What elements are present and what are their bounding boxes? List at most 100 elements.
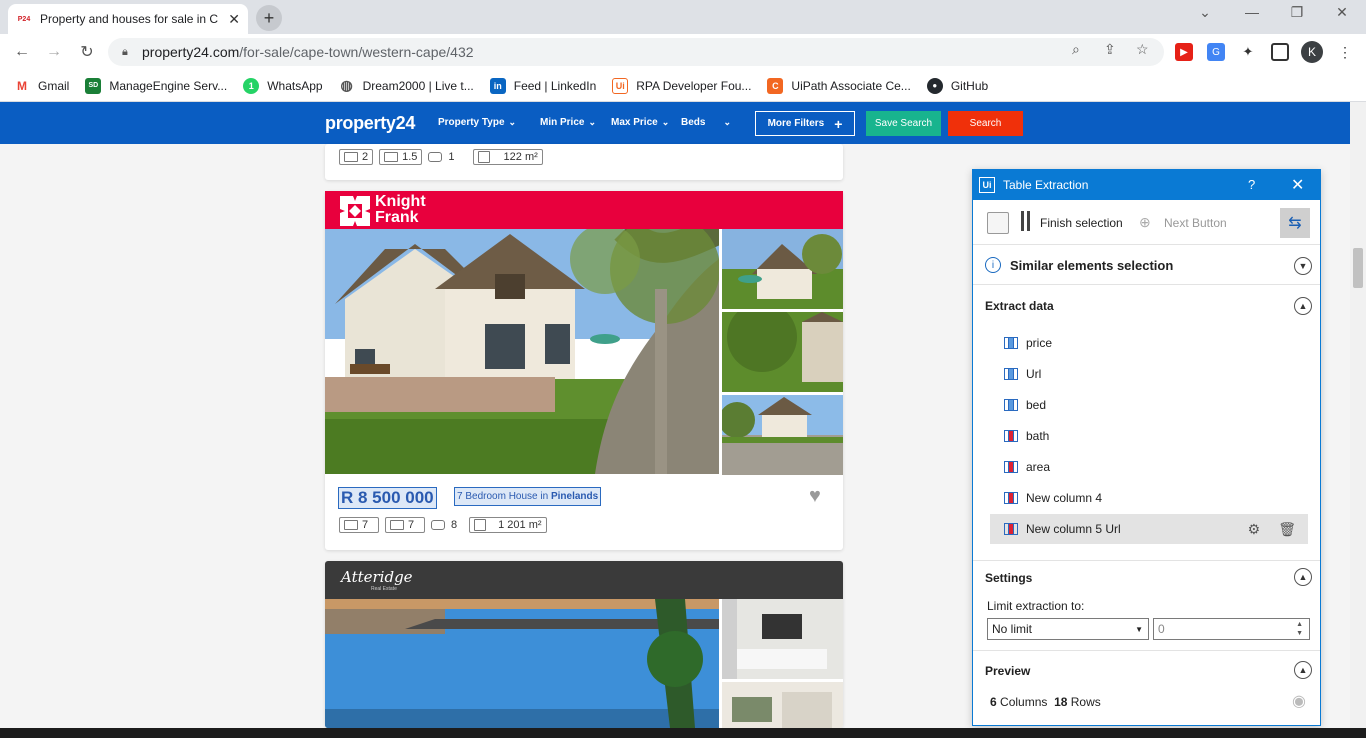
atteridge-logo: Atteridge: [341, 568, 413, 586]
share-icon[interactable]: ⇪: [1104, 41, 1116, 58]
chevron-up-icon[interactable]: ▲: [1294, 568, 1312, 586]
nav-min-price[interactable]: Min Price ⌄: [540, 117, 596, 128]
spinner-arrows-icon[interactable]: ▲ ▼: [1296, 620, 1303, 638]
main-listing-photo[interactable]: [325, 599, 719, 728]
github-icon: ●: [926, 77, 943, 94]
page-scrollbar[interactable]: [1350, 102, 1366, 728]
close-window-button[interactable]: ✕: [1322, 4, 1362, 21]
linkedin-icon: in: [489, 77, 506, 94]
listing-thumbnail-3[interactable]: [722, 395, 843, 475]
bookmark-star-icon[interactable]: ☆: [1136, 41, 1149, 58]
nav-property-type[interactable]: Property Type ⌄: [438, 117, 516, 128]
gear-icon[interactable]: ⚙: [1248, 521, 1261, 538]
chevron-up-icon[interactable]: ▲: [1294, 297, 1312, 315]
save-icon[interactable]: [987, 212, 1009, 234]
dropdown-arrow-icon: ▼: [1135, 624, 1143, 634]
translate-extension-icon[interactable]: G: [1207, 43, 1225, 61]
url-text: property24.com/for-sale/cape-town/wester…: [142, 44, 474, 60]
search-button[interactable]: Search: [948, 111, 1023, 136]
column-item-bath[interactable]: bath: [990, 421, 1308, 451]
listing-price[interactable]: R 8 500 000: [338, 487, 437, 509]
more-filters-button[interactable]: More Filters +: [755, 111, 855, 136]
column-item-bed[interactable]: bed: [990, 390, 1308, 420]
page-scrollbar-thumb[interactable]: [1353, 248, 1363, 288]
bookmark-manageengine[interactable]: SD ManageEngine Serv...: [85, 77, 227, 94]
browser-tab[interactable]: P24 Property and houses for sale in C ✕: [8, 4, 248, 34]
trash-icon[interactable]: 🗑︎: [1278, 521, 1296, 538]
restore-button[interactable]: ❐: [1277, 4, 1317, 21]
bookmark-whatsapp[interactable]: 1 WhatsApp: [243, 77, 323, 94]
listing-features: 7 7 8 1 201 m²: [339, 517, 548, 533]
baths-feature: 1.5: [379, 149, 423, 165]
refresh-preview-icon[interactable]: ⇆: [1280, 208, 1310, 238]
browser-menu-icon[interactable]: ⋮: [1336, 43, 1354, 61]
site-header: property24 Property Type ⌄ Min Price ⌄ Max…: [0, 102, 1366, 144]
chevron-down-icon: ⌄: [661, 117, 670, 127]
similar-elements-section[interactable]: i Similar elements selection ▼: [973, 244, 1320, 284]
table-extraction-panel: Ui Table Extraction ? ✕ Finish selection…: [972, 169, 1321, 726]
preview-title: Preview: [985, 664, 1031, 678]
eye-icon[interactable]: ◉: [1292, 691, 1306, 711]
limit-extraction-label: Limit extraction to:: [987, 599, 1085, 613]
forward-arrow-icon[interactable]: →: [43, 41, 65, 63]
next-button-button[interactable]: Next Button: [1164, 216, 1227, 230]
help-icon[interactable]: ?: [1248, 177, 1255, 192]
bookmark-dream2000[interactable]: ◍ Dream2000 | Live t...: [339, 77, 473, 94]
area-icon: [477, 151, 490, 163]
limit-number-input[interactable]: 0 ▲ ▼: [1153, 618, 1310, 640]
column-icon: [1004, 523, 1018, 535]
bookmark-gmail[interactable]: M Gmail: [14, 78, 69, 94]
save-search-button[interactable]: Save Search: [866, 111, 941, 136]
youtube-extension-icon[interactable]: ▶: [1175, 43, 1193, 61]
extensions-puzzle-icon[interactable]: ✦: [1239, 43, 1257, 61]
chevron-up-icon[interactable]: ▲: [1294, 661, 1312, 679]
close-tab-icon[interactable]: ✕: [228, 11, 240, 28]
panel-title: Table Extraction: [1003, 178, 1089, 192]
profile-avatar[interactable]: K: [1301, 41, 1323, 63]
column-icon: [1004, 492, 1018, 504]
nav-beds[interactable]: Beds ⌄: [681, 117, 731, 128]
area-icon: [474, 519, 487, 531]
agency-name: Knight Frank: [375, 193, 426, 226]
extract-data-section: Extract data ▲ price Url bed bath area N…: [973, 284, 1320, 554]
uipath-icon: Ui: [612, 77, 629, 94]
bookmark-linkedin[interactable]: in Feed | LinkedIn: [489, 77, 596, 94]
listing-card-atteridge[interactable]: Atteridge Real Estate: [325, 561, 843, 728]
column-item-url[interactable]: Url: [990, 359, 1308, 389]
listing-card-knight-frank[interactable]: Knight Frank R 8 500 000 7 Bedroom House…: [325, 191, 843, 550]
column-item-area[interactable]: area: [990, 452, 1308, 482]
browser-toolbar: ← → ↻ 🔒︎ property24.com/for-sale/cape-to…: [0, 34, 1366, 70]
agency-banner: Atteridge Real Estate: [325, 561, 843, 599]
listing-thumbnail-1[interactable]: [722, 599, 843, 679]
tab-search-chevron-icon[interactable]: ⌄: [1185, 4, 1225, 21]
bookmark-rpa-developer[interactable]: Ui RPA Developer Fou...: [612, 77, 751, 94]
bookmark-github[interactable]: ● GitHub: [926, 77, 988, 94]
main-listing-photo[interactable]: [325, 229, 719, 474]
column-item-price[interactable]: price: [990, 328, 1308, 358]
listing-thumbnail-2[interactable]: [722, 312, 843, 392]
back-arrow-icon[interactable]: ←: [11, 41, 33, 63]
listing-card-first[interactable]: 2 1.5 1 122 m²: [325, 144, 843, 180]
listing-title[interactable]: 7 Bedroom House in Pinelands: [454, 487, 602, 506]
favourite-heart-icon[interactable]: ♥: [809, 485, 821, 508]
column-icon: [1004, 399, 1018, 411]
nav-max-price[interactable]: Max Price ⌄: [611, 117, 669, 128]
property24-logo[interactable]: property24: [325, 113, 415, 134]
zoom-icon[interactable]: ⌕: [1072, 41, 1080, 58]
new-tab-button[interactable]: +: [256, 5, 282, 31]
side-panel-icon[interactable]: [1271, 43, 1289, 61]
bookmark-uipath-associate[interactable]: C UiPath Associate Ce...: [767, 77, 911, 94]
reload-icon[interactable]: ↻: [76, 41, 98, 63]
column-item-new-column-4[interactable]: New column 4: [990, 483, 1308, 513]
chevron-down-icon[interactable]: ▼: [1294, 257, 1312, 275]
plus-icon: +: [834, 115, 843, 132]
listing-thumbnail-2[interactable]: [722, 682, 843, 728]
column-item-new-column-5-url[interactable]: New column 5 Url ⚙ 🗑︎: [990, 514, 1308, 544]
listing-thumbnail-1[interactable]: [722, 229, 843, 309]
address-bar[interactable]: 🔒︎ property24.com/for-sale/cape-town/wes…: [108, 38, 1164, 66]
finish-selection-button[interactable]: Finish selection: [1040, 216, 1123, 230]
minimize-button[interactable]: —: [1232, 4, 1272, 20]
limit-extraction-select[interactable]: No limit ▼: [987, 618, 1149, 640]
close-panel-icon[interactable]: ✕: [1291, 175, 1304, 195]
lock-icon: 🔒︎: [122, 45, 128, 58]
